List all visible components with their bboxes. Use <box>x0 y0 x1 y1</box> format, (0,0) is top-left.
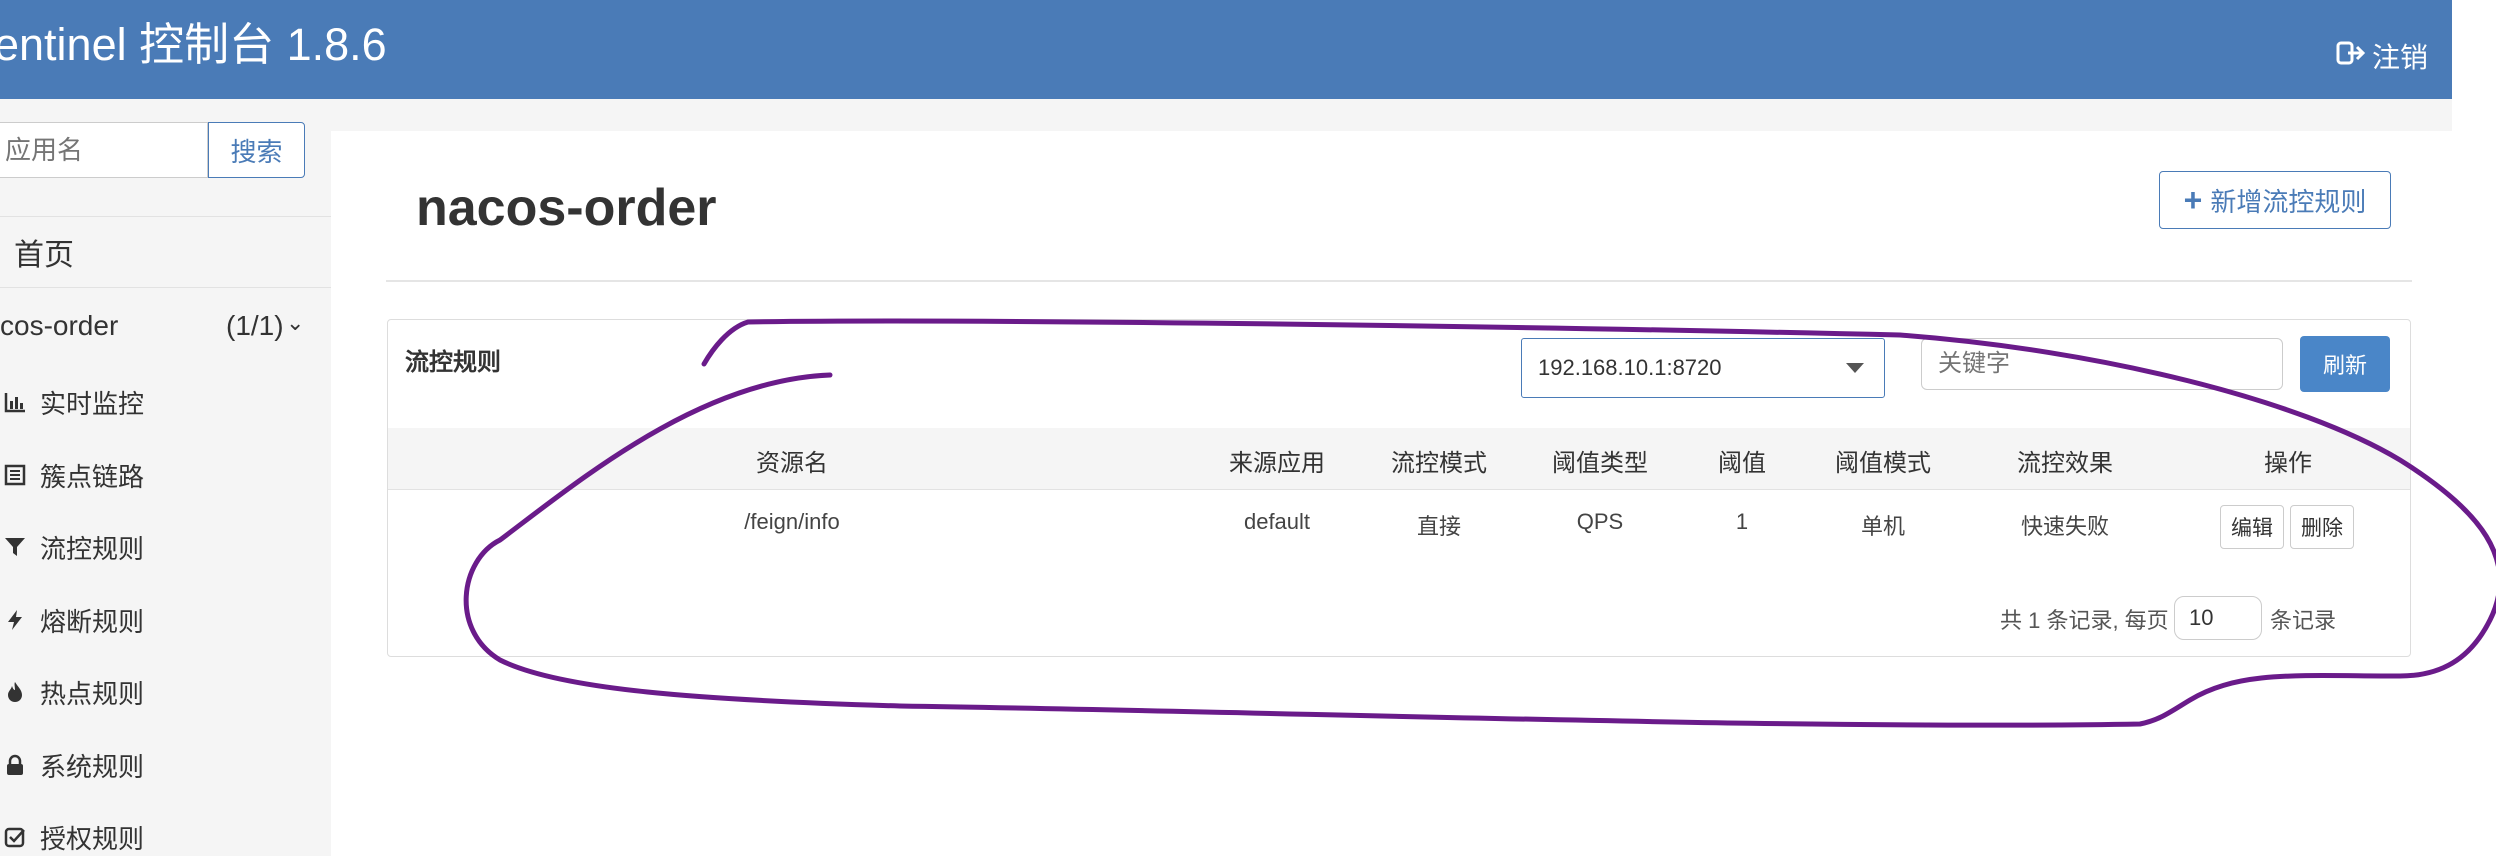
column-header: 流控效果 <box>2017 450 2113 477</box>
column-header: 来源应用 <box>1229 450 1325 477</box>
sidebar-item-label: 授权规则 <box>40 823 145 854</box>
sidebar-item-flow-rules[interactable]: 流控规则 <box>0 518 331 576</box>
cell-cluster-mode: 单机 <box>1860 514 1906 539</box>
delete-button[interactable]: 删除 <box>2290 505 2354 549</box>
check-square-icon <box>0 822 30 852</box>
title-divider <box>386 280 2412 282</box>
app-machine-count: (1/1) <box>226 310 284 341</box>
sidebar-item-authority-rules[interactable]: 授权规则 <box>0 808 331 866</box>
sidebar-app-node[interactable]: cos-order (1/1) ⌄ <box>0 292 331 362</box>
pager-summary: 共 1 条记录, 每页 <box>2000 608 2169 633</box>
cell-threshold-type: QPS <box>1576 509 1624 534</box>
fire-icon <box>0 677 30 707</box>
bolt-icon <box>0 605 30 635</box>
sign-out-icon <box>2336 39 2366 74</box>
app-name: cos-order <box>0 310 119 341</box>
filter-icon <box>0 532 30 562</box>
column-header: 阈值类型 <box>1552 450 1648 477</box>
sidebar-item-degrade-rules[interactable]: 熔断规则 <box>0 591 331 649</box>
app-brand[interactable]: entinel 控制台 1.8.6 <box>0 22 387 67</box>
sidebar-item-label: 实时监控 <box>40 388 145 419</box>
pager-suffix: 条记录 <box>2270 608 2337 633</box>
column-header: 操作 <box>2264 450 2312 477</box>
cell-threshold: 1 <box>1735 509 1749 534</box>
add-button-label: 新增流控规则 <box>2210 186 2367 217</box>
list-icon <box>0 460 30 490</box>
page-size-input[interactable] <box>2174 596 2262 640</box>
sidebar-item-label: 熔断规则 <box>40 606 145 637</box>
keyword-search-input[interactable] <box>1921 338 2283 390</box>
logout-label: 注销 <box>2371 42 2428 73</box>
cell-mode: 直接 <box>1416 514 1462 539</box>
sidebar-item-realtime-monitor[interactable]: 实时监控 <box>0 373 331 431</box>
sidebar-item-label: 热点规则 <box>40 678 145 709</box>
refresh-button[interactable]: 刷新 <box>2300 336 2390 392</box>
sidebar-item-label: 流控规则 <box>40 533 145 564</box>
sidebar-item-label: 系统规则 <box>40 751 145 782</box>
edit-button[interactable]: 编辑 <box>2220 505 2284 549</box>
add-flow-rule-button[interactable]: + 新增流控规则 <box>2159 171 2391 229</box>
sidebar-item-cluster-link[interactable]: 簇点链路 <box>0 446 331 504</box>
sidebar-item-label: 簇点链路 <box>40 461 145 492</box>
content-top-strip <box>331 99 2452 131</box>
caret-down-icon <box>1846 363 1864 373</box>
panel-title: 流控规则 <box>405 349 501 376</box>
sidebar-item-system-rules[interactable]: 系统规则 <box>0 736 331 794</box>
chevron-down-icon: ⌄ <box>286 310 305 335</box>
cell-resource: /feign/info <box>744 509 840 534</box>
column-header: 流控模式 <box>1391 450 1487 477</box>
cell-effect: 快速失败 <box>2020 514 2110 539</box>
page-title: nacos-order <box>416 179 717 237</box>
plus-icon: + <box>2183 182 2203 218</box>
machine-select-value: 192.168.10.1:8720 <box>1538 355 1722 380</box>
bar-chart-icon <box>0 387 30 417</box>
search-button[interactable]: 搜索 <box>208 122 305 178</box>
sidebar-item-home[interactable]: 首页 <box>0 216 331 288</box>
column-header: 资源名 <box>756 450 828 477</box>
home-label: 首页 <box>14 239 74 272</box>
column-header: 阈值 <box>1718 450 1766 477</box>
app-search-input[interactable] <box>0 122 208 178</box>
logout-link[interactable]: 注销 <box>2336 36 2428 76</box>
machine-select[interactable]: 192.168.10.1:8720 <box>1521 338 1885 398</box>
column-header: 阈值模式 <box>1835 450 1931 477</box>
top-navbar: entinel 控制台 1.8.6 注销 <box>0 0 2452 99</box>
lock-icon <box>0 750 30 780</box>
sidebar-item-hotspot-rules[interactable]: 热点规则 <box>0 663 331 721</box>
cell-origin: default <box>1243 509 1311 534</box>
